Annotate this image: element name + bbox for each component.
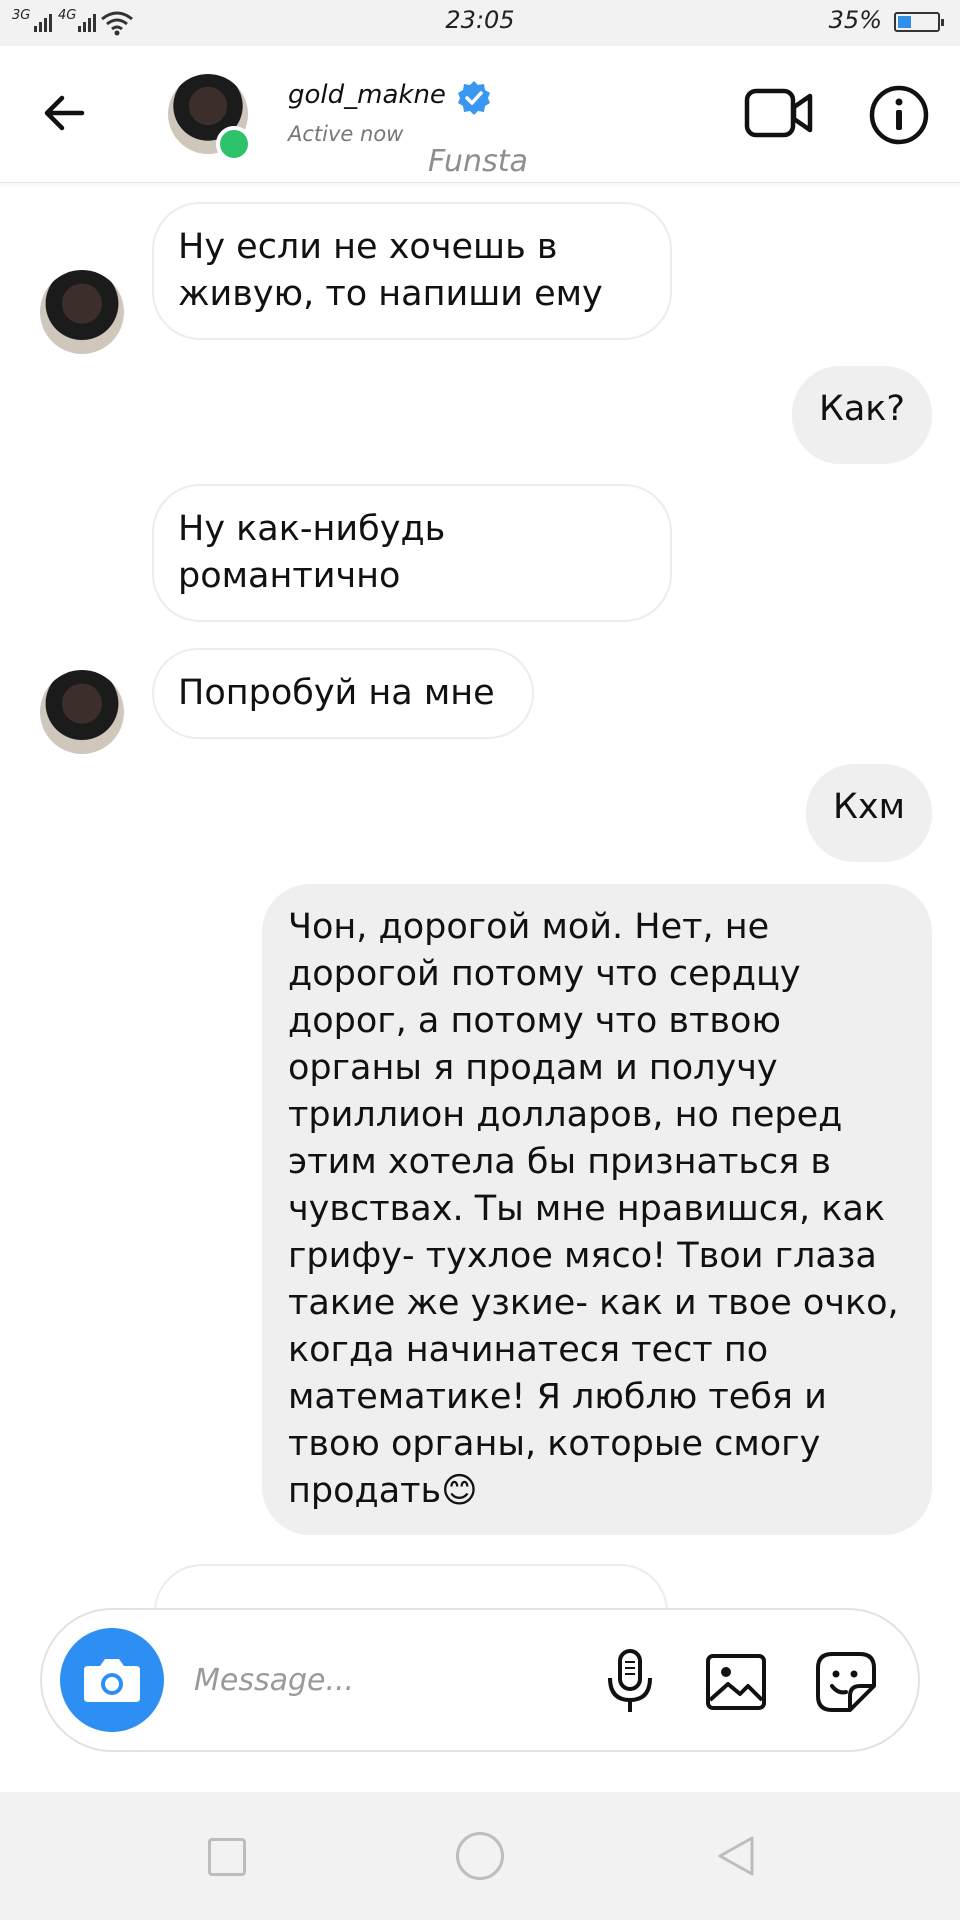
message-composer xyxy=(40,1608,920,1752)
active-status: Active now xyxy=(288,122,404,146)
contact-username[interactable]: gold_makne xyxy=(288,80,446,110)
microphone-icon[interactable] xyxy=(598,1648,662,1716)
chat-header: gold_makne Active now Funsta xyxy=(0,46,960,183)
sender-avatar[interactable] xyxy=(40,670,124,754)
home-icon[interactable] xyxy=(456,1832,504,1880)
message-bubble-incoming[interactable]: Ну как-нибудь романтично xyxy=(152,484,672,622)
battery-level-fill xyxy=(898,16,911,28)
message-bubble-incoming[interactable]: Попробуй на мне xyxy=(152,648,534,739)
battery-percent: 35% xyxy=(828,6,882,34)
message-bubble-outgoing[interactable]: Как? xyxy=(792,366,932,464)
watermark: Funsta xyxy=(428,144,528,179)
verified-badge-icon xyxy=(458,81,490,115)
message-bubble-outgoing-long[interactable]: Чон, дорогой мой. Нет, не дорогой потому… xyxy=(262,884,932,1535)
sticker-icon[interactable] xyxy=(814,1650,878,1714)
back-arrow-icon[interactable] xyxy=(40,88,90,138)
gallery-icon[interactable] xyxy=(704,1650,768,1714)
back-triangle-icon[interactable] xyxy=(712,1832,760,1880)
message-bubble-outgoing[interactable]: Кхм xyxy=(806,764,932,862)
clock: 23:05 xyxy=(445,6,515,34)
system-nav-bar xyxy=(0,1792,960,1920)
online-status-dot xyxy=(216,126,252,162)
camera-button[interactable] xyxy=(60,1628,164,1732)
message-input[interactable] xyxy=(192,1654,496,1706)
battery-icon xyxy=(894,12,944,32)
recent-apps-icon[interactable] xyxy=(208,1838,246,1876)
status-bar: 3G 4G 23:05 35% xyxy=(0,0,960,46)
sender-avatar[interactable] xyxy=(40,270,124,354)
message-bubble-incoming[interactable]: Ну если не хочешь в живую, то напиши ему xyxy=(152,202,672,340)
camera-icon xyxy=(84,1659,140,1702)
info-icon[interactable] xyxy=(868,84,930,146)
video-call-icon[interactable] xyxy=(744,86,814,142)
